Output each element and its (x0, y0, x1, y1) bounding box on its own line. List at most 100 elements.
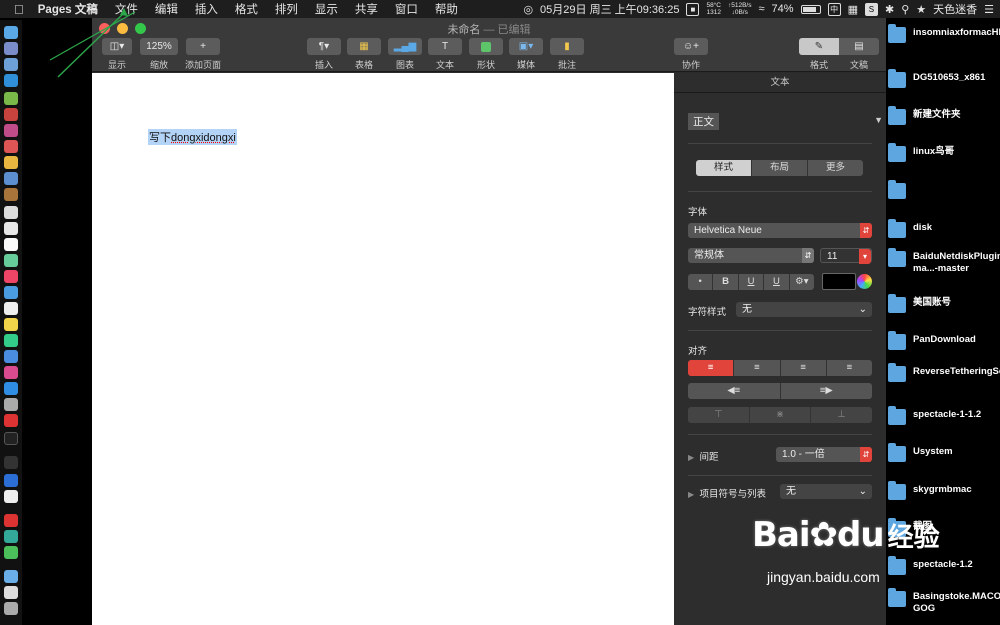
ime-icon[interactable]: 中 (827, 2, 841, 16)
wifi-icon[interactable]: ≈ (758, 3, 764, 15)
paragraph-style[interactable]: 正文 (688, 113, 719, 130)
dock-app-icon[interactable] (4, 206, 18, 219)
font-weight-select[interactable]: 常规体 ⇵ (688, 248, 814, 263)
menu-arrange[interactable]: 排列 (275, 1, 298, 17)
dock-app-icon[interactable] (4, 238, 18, 251)
bold-button[interactable]: B (713, 274, 739, 290)
dock-app-icon[interactable] (4, 318, 18, 331)
net-status[interactable]: ↑512B/s ↓0B/s (728, 2, 752, 16)
memory-icon[interactable]: ■ (686, 2, 700, 16)
globe-icon[interactable]: ◎ (523, 3, 533, 16)
dock-appstore-icon[interactable] (4, 382, 18, 395)
align-left-icon[interactable]: ≡ (688, 360, 735, 376)
underline-button[interactable]: U (738, 274, 765, 290)
add-page-button[interactable]: + 添加页面 (183, 38, 223, 71)
chart-button[interactable]: ▂▄▆ 图表 (388, 38, 422, 71)
zoom-select[interactable]: 125% 缩放 (139, 38, 179, 71)
menu-share[interactable]: 共享 (355, 1, 378, 17)
dock-app-icon[interactable] (4, 514, 18, 527)
dock-app-icon[interactable] (4, 124, 18, 137)
align-middle-icon[interactable]: ⋇ (749, 407, 812, 423)
color-wheel-icon[interactable] (857, 274, 872, 289)
bullets-select[interactable]: 无 ⌄ (780, 484, 872, 499)
spacing-select[interactable]: 1.0 - 一倍 ⇵ (776, 447, 872, 462)
battery-icon[interactable] (800, 4, 821, 14)
dock-app-icon[interactable] (4, 286, 18, 299)
comment-button[interactable]: ▮ 批注 (550, 38, 584, 71)
shape-button[interactable]: 形状 (469, 38, 503, 71)
document-text[interactable]: 写下dongxidongxi (148, 129, 237, 145)
align-center-icon[interactable]: ≡ (734, 360, 781, 376)
align-bottom-icon[interactable]: ⊥ (811, 407, 872, 423)
document-canvas[interactable]: 写下dongxidongxi (92, 73, 674, 625)
dock-app-icon[interactable] (4, 334, 18, 347)
dock-app-icon[interactable] (4, 398, 18, 411)
tab-more[interactable]: 更多 (808, 160, 863, 176)
user-name[interactable]: 天色迷香 (933, 1, 977, 17)
font-name-select[interactable]: Helvetica Neue ⇵ (688, 223, 872, 238)
spacing-row[interactable]: ▶ 间距 (688, 449, 718, 463)
star-icon[interactable]: ★ (916, 3, 926, 16)
document-icon: ▤ (839, 38, 879, 55)
clock-text[interactable]: 05月29日 周三 上午09:36:25 (540, 1, 679, 17)
dock-terminal-icon[interactable] (4, 432, 18, 445)
dock-app-icon[interactable] (4, 456, 18, 469)
tab-layout[interactable]: 布局 (752, 160, 808, 176)
collaborate-button[interactable]: ☺+ 协作 (674, 38, 708, 71)
dock-app-icon[interactable] (4, 188, 18, 201)
bullets-row[interactable]: ▶ 项目符号与列表 (688, 486, 766, 500)
align-right-icon[interactable]: ≡ (780, 360, 827, 376)
text-button[interactable]: T 文本 (428, 38, 462, 71)
font-size-field[interactable]: 11 ▾ (820, 248, 872, 264)
menu-window[interactable]: 窗口 (395, 1, 418, 17)
document-button[interactable]: ▤ 文稿 (839, 38, 879, 71)
media-button[interactable]: ▣▾ 媒体 (509, 38, 543, 71)
folder-icon (888, 180, 906, 199)
menu-format[interactable]: 格式 (235, 1, 258, 17)
grid-icon[interactable]: ▦ (848, 3, 858, 16)
dock-keynote-icon[interactable] (4, 350, 18, 363)
menu-view[interactable]: 显示 (315, 1, 338, 17)
dock-wechat-icon[interactable] (4, 546, 18, 559)
tab-style[interactable]: 样式 (696, 160, 752, 176)
temp-status[interactable]: 58°C 1312 (706, 2, 721, 16)
dock-app-icon[interactable] (4, 108, 18, 121)
dock-app-icon[interactable] (4, 254, 18, 267)
dock-vpn-icon[interactable] (4, 474, 18, 487)
dock-trash-icon[interactable] (4, 602, 18, 615)
menu-edit[interactable]: 编辑 (155, 1, 178, 17)
dock-app-icon[interactable] (4, 140, 18, 153)
menu-list-icon[interactable]: ☰ (984, 3, 994, 16)
dock-app-icon[interactable] (4, 270, 18, 283)
format-button[interactable]: ✎ 格式 (799, 38, 839, 71)
align-justify-icon[interactable]: ≡ (826, 360, 872, 376)
menu-insert[interactable]: 插入 (195, 1, 218, 17)
dock-app-icon[interactable] (4, 490, 18, 503)
text-color-well[interactable] (822, 273, 856, 290)
chevron-down-icon[interactable]: ▼ (874, 115, 883, 125)
battery-percent[interactable]: 74% (772, 3, 794, 15)
dock-app-icon[interactable] (4, 172, 18, 185)
strikethrough-button[interactable]: U (764, 274, 790, 290)
more-text-options-button[interactable]: • (688, 274, 714, 290)
dock-app-icon[interactable] (4, 222, 18, 235)
bluetooth-icon[interactable]: ✱ (885, 3, 894, 16)
dock-app-icon[interactable] (4, 302, 18, 315)
dock-chrome-icon[interactable] (4, 156, 18, 169)
dock-vivaldi-icon[interactable] (4, 414, 18, 427)
gear-icon[interactable]: ⚙▾ (789, 274, 814, 290)
s-app-icon[interactable]: S (864, 2, 878, 16)
menu-help[interactable]: 帮助 (435, 1, 458, 17)
insert-button[interactable]: ¶▾ 插入 (307, 38, 341, 71)
table-button[interactable]: ▦ 表格 (347, 38, 381, 71)
char-style-select[interactable]: 无 ⌄ (736, 302, 872, 317)
dock-app-icon[interactable] (4, 586, 18, 599)
spotlight-icon[interactable]: ⚲ (901, 3, 909, 16)
dock-itunes-icon[interactable] (4, 366, 18, 379)
dock-android-icon[interactable] (4, 92, 18, 105)
decrease-indent-icon[interactable]: ◀≡ (688, 383, 781, 399)
dock-folder-icon[interactable] (4, 570, 18, 583)
dock-app-icon[interactable] (4, 530, 18, 543)
align-top-icon[interactable]: ⊤ (688, 407, 750, 423)
increase-indent-icon[interactable]: ≡▶ (780, 383, 872, 399)
